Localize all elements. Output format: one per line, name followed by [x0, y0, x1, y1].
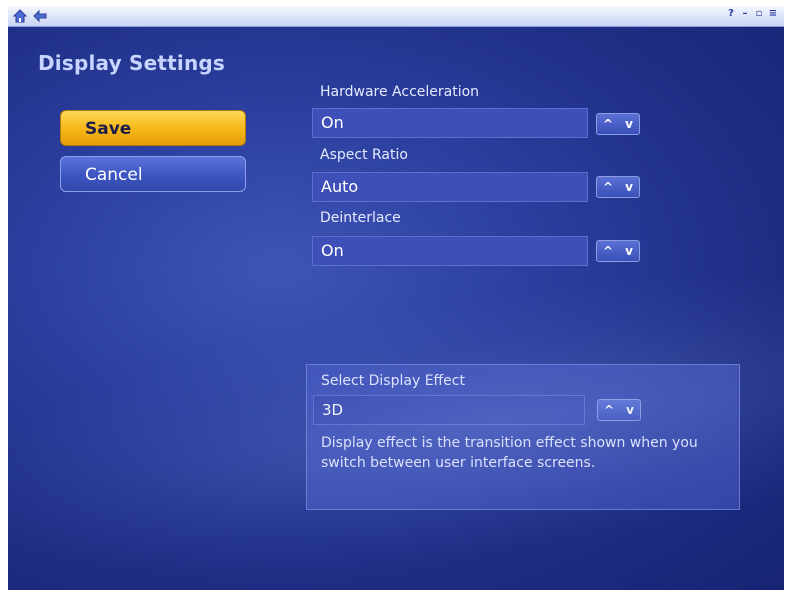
media-center-window: ? – ▫ ≡ Display Settings Save Cancel Har… [8, 6, 784, 590]
display-effect-panel: Select Display Effect 3D ^ v Display eff… [306, 364, 740, 510]
hardware-acceleration-spinner: ^ v [596, 113, 640, 135]
display-effect-value[interactable]: 3D [313, 395, 585, 425]
display-effect-label: Select Display Effect [321, 373, 465, 389]
save-button[interactable]: Save [60, 110, 246, 146]
display-effect-spinner: ^ v [597, 399, 641, 421]
hardware-acceleration-label: Hardware Acceleration [320, 84, 480, 100]
display-effect-description: Display effect is the transition effect … [321, 435, 698, 471]
deinterlace-spinner: ^ v [596, 240, 640, 262]
aspect-ratio-label: Aspect Ratio [320, 147, 408, 163]
page-title: Display Settings [38, 51, 226, 75]
deinterlace-value[interactable]: On [312, 236, 588, 266]
home-icon[interactable] [12, 8, 28, 24]
chevron-up-icon[interactable]: ^ [603, 118, 613, 130]
chevron-down-icon[interactable]: v [625, 245, 633, 257]
chevron-down-icon[interactable]: v [625, 118, 633, 130]
chevron-down-icon[interactable]: v [625, 181, 633, 193]
chevron-up-icon[interactable]: ^ [603, 245, 613, 257]
aspect-ratio-spinner: ^ v [596, 176, 640, 198]
chevron-up-icon[interactable]: ^ [603, 181, 613, 193]
minimize-button[interactable]: – [740, 8, 750, 19]
back-arrow-icon[interactable] [32, 8, 48, 24]
window-controls: ? – ▫ ≡ [726, 8, 778, 19]
chevron-down-icon[interactable]: v [626, 404, 634, 416]
deinterlace-label: Deinterlace [320, 210, 401, 226]
hardware-acceleration-value[interactable]: On [312, 108, 588, 138]
aspect-ratio-value[interactable]: Auto [312, 172, 588, 202]
cancel-button[interactable]: Cancel [60, 156, 246, 192]
help-button[interactable]: ? [726, 8, 736, 19]
chevron-up-icon[interactable]: ^ [604, 404, 614, 416]
restore-button[interactable]: ▫ [754, 8, 764, 19]
title-bar: ? – ▫ ≡ [8, 6, 784, 27]
close-button[interactable]: ≡ [768, 8, 778, 19]
